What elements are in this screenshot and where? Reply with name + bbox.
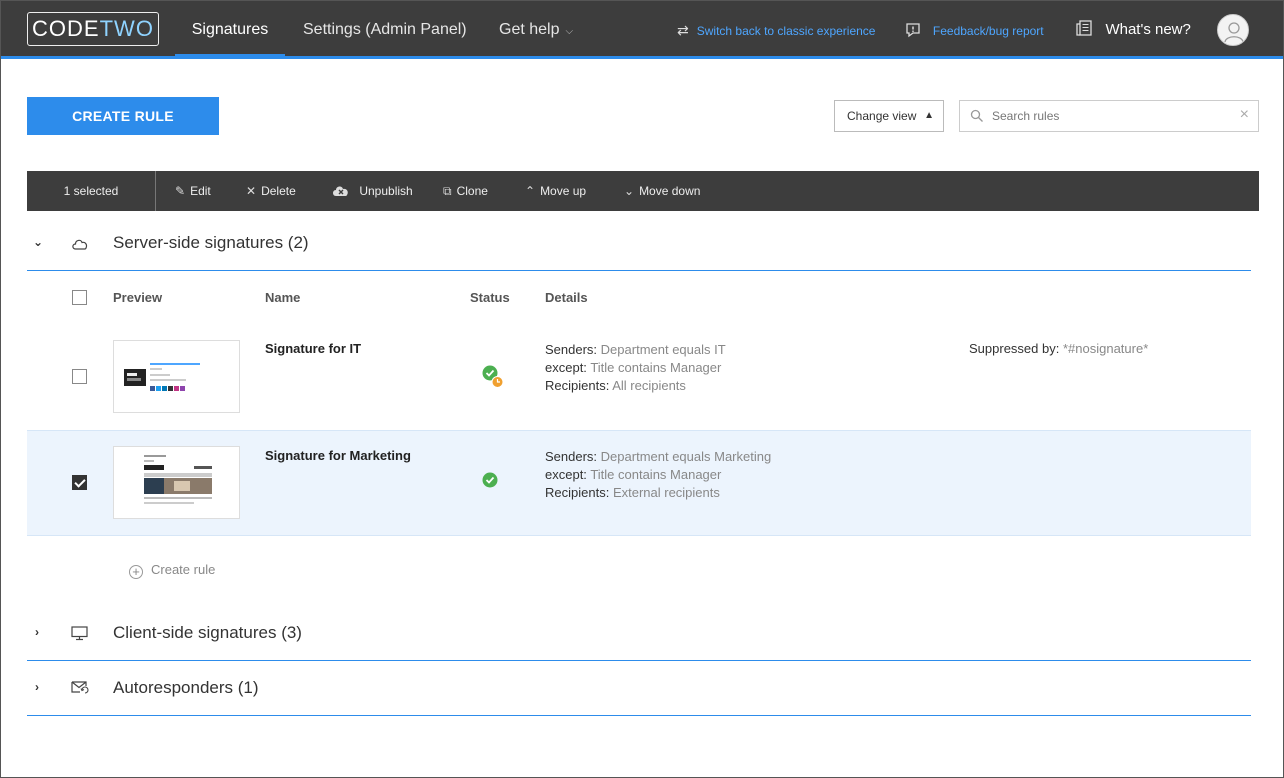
published-scheduled-icon [482, 365, 504, 388]
plus-circle-icon: + [129, 565, 143, 579]
search-box: × [959, 100, 1259, 132]
cloud-off-icon [331, 184, 354, 198]
signature-preview-image [144, 455, 212, 504]
signature-preview-thumbnail[interactable] [113, 340, 240, 413]
create-rule-button[interactable]: CREATE RULE [27, 97, 219, 135]
feedback-link[interactable]: Feedback/bug report [905, 1, 1044, 59]
whats-new-link[interactable]: What's new? [1075, 1, 1191, 59]
clone-icon: ⧉ [443, 184, 452, 198]
rule-details: Senders: Department equals Marketing exc… [545, 449, 772, 500]
create-rule-link[interactable]: + Create rule [129, 562, 215, 579]
rule-name[interactable]: Signature for Marketing [265, 448, 411, 463]
top-bar: CODETWO Signatures Settings (Admin Panel… [1, 1, 1283, 59]
chevron-down-icon: ⌄ [624, 184, 635, 198]
section-title: Server-side signatures (2) [113, 233, 309, 252]
selected-count: 1 selected [27, 171, 156, 211]
section-server-side[interactable]: ⌄ Server-side signatures (2) [27, 223, 1251, 271]
signature-preview-image [124, 363, 200, 391]
col-status[interactable]: Status [470, 290, 510, 305]
swap-arrows-icon: ⇄ [677, 22, 689, 38]
delete-button[interactable]: ✕ Delete [246, 171, 296, 211]
section-title: Client-side signatures (3) [113, 623, 302, 642]
chevron-right-icon[interactable]: › [35, 625, 39, 639]
chevron-up-icon: ⌃ [525, 184, 536, 198]
table-row[interactable]: Signature for IT Senders: Department equ… [27, 330, 1251, 436]
col-preview: Preview [113, 290, 163, 305]
move-up-button[interactable]: ⌃ Move up [525, 171, 586, 211]
edit-button[interactable]: ✎ Edit [175, 171, 211, 211]
user-icon [1224, 22, 1244, 43]
pencil-icon: ✎ [175, 184, 186, 198]
chevron-down-icon[interactable]: ⌄ [33, 235, 43, 249]
selection-action-bar: 1 selected ✎ Edit ✕ Delete Unpublish ⧉ Clon… [27, 171, 1259, 211]
clone-button[interactable]: ⧉ Clone [443, 171, 488, 211]
move-down-button[interactable]: ⌄ Move down [624, 171, 700, 211]
rule-details: Senders: Department equals IT except: Ti… [545, 342, 726, 393]
col-details: Details [545, 290, 588, 305]
search-input[interactable] [992, 106, 1222, 126]
monitor-icon [71, 626, 88, 641]
nav-get-help[interactable]: Get help ⌵ [499, 1, 573, 56]
user-avatar[interactable] [1217, 14, 1249, 46]
change-view-select[interactable]: Change view ▲ [834, 100, 944, 132]
nav-settings-admin-panel[interactable]: Settings (Admin Panel) [303, 1, 467, 56]
feedback-icon [905, 22, 925, 38]
row-checkbox[interactable] [72, 369, 87, 384]
search-icon [970, 109, 983, 122]
published-icon [482, 472, 498, 488]
chevron-right-icon[interactable]: › [35, 680, 39, 694]
nav-signatures[interactable]: Signatures [175, 1, 285, 57]
autoresponder-icon [71, 681, 89, 694]
clear-icon[interactable]: × [1240, 106, 1249, 124]
row-checkbox[interactable] [72, 475, 87, 490]
section-title: Autoresponders (1) [113, 678, 259, 697]
select-all-checkbox[interactable] [72, 290, 87, 305]
codetwo-logo[interactable]: CODETWO [27, 12, 159, 46]
col-name[interactable]: Name [265, 290, 300, 305]
chevron-down-icon: ⌵ [565, 26, 574, 37]
unpublish-button[interactable]: Unpublish [331, 171, 413, 211]
rule-name[interactable]: Signature for IT [265, 341, 361, 356]
close-icon: ✕ [246, 184, 257, 198]
suppressed-by: Suppressed by: *#nosignature* [969, 341, 1149, 356]
news-icon [1075, 20, 1097, 38]
cloud-icon [72, 239, 88, 250]
signature-preview-thumbnail[interactable] [113, 446, 240, 519]
section-client-side[interactable]: › Client-side signatures (3) [27, 613, 1251, 661]
switch-classic-link[interactable]: ⇄ Switch back to classic experience [677, 1, 875, 59]
up-down-arrows-icon: ▲ [924, 110, 934, 121]
table-row[interactable]: Signature for Marketing Senders: Departm… [27, 430, 1251, 536]
section-autoresponders[interactable]: › Autoresponders (1) [27, 668, 1251, 716]
